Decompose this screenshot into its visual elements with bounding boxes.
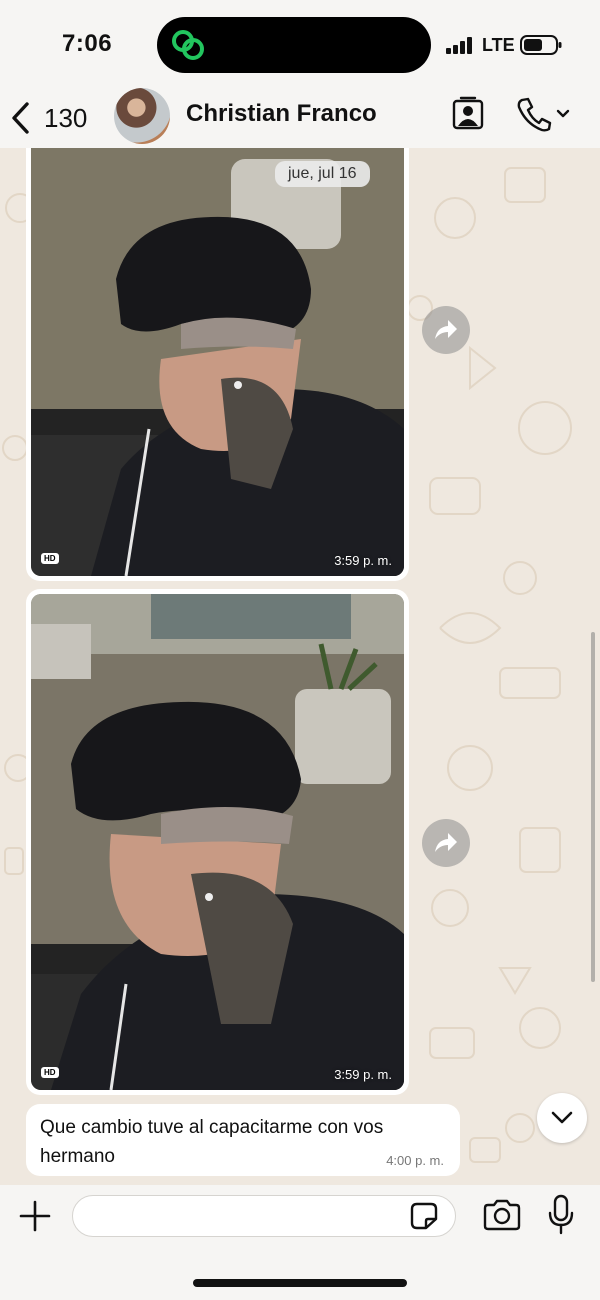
contact-card-icon[interactable] bbox=[452, 96, 484, 130]
plus-icon[interactable] bbox=[18, 1199, 52, 1233]
link-rings-icon bbox=[172, 30, 204, 60]
network-label: LTE bbox=[482, 35, 515, 55]
unread-count: 130 bbox=[44, 102, 88, 133]
photo-image bbox=[31, 148, 404, 576]
scrollbar[interactable] bbox=[591, 632, 595, 982]
microphone-icon[interactable] bbox=[546, 1194, 576, 1236]
status-bar: 7:06 LTE bbox=[0, 0, 600, 88]
image-message[interactable]: jue, jul 16 HD 3:59 p. m. bbox=[26, 148, 409, 581]
signal-icon bbox=[446, 37, 472, 54]
contact-name[interactable]: Christian Franco bbox=[186, 100, 377, 128]
camera-icon[interactable] bbox=[482, 1198, 522, 1232]
message-time: 4:00 p. m. bbox=[386, 1153, 444, 1168]
message-time: 3:59 p. m. bbox=[334, 1067, 392, 1082]
phone-icon[interactable] bbox=[516, 96, 572, 132]
chevron-left-icon bbox=[12, 102, 29, 134]
chevron-down-icon bbox=[556, 109, 570, 118]
hd-badge: HD bbox=[41, 1067, 59, 1078]
home-indicator bbox=[193, 1279, 407, 1287]
forward-icon bbox=[435, 320, 457, 339]
chat-header: 130 Christian Franco bbox=[0, 88, 600, 148]
avatar[interactable] bbox=[114, 88, 170, 144]
hd-badge: HD bbox=[41, 553, 59, 564]
photo-image bbox=[31, 594, 404, 1090]
chevron-down-icon bbox=[551, 1111, 573, 1124]
forward-button[interactable] bbox=[422, 819, 470, 867]
chat-area[interactable]: jue, jul 16 HD 3:59 p. m. HD 3:59 p. m. … bbox=[0, 148, 600, 1185]
message-input-bar bbox=[0, 1185, 600, 1300]
chat-photo[interactable]: HD 3:59 p. m. bbox=[31, 594, 404, 1090]
message-input[interactable] bbox=[72, 1195, 456, 1237]
battery-icon bbox=[520, 35, 562, 55]
dynamic-island bbox=[157, 17, 431, 73]
image-message[interactable]: HD 3:59 p. m. bbox=[26, 589, 409, 1095]
message-time: 3:59 p. m. bbox=[334, 553, 392, 568]
forward-button[interactable] bbox=[422, 306, 470, 354]
date-separator: jue, jul 16 bbox=[275, 161, 370, 187]
status-time: 7:06 bbox=[62, 30, 113, 57]
chat-photo[interactable]: jue, jul 16 HD 3:59 p. m. bbox=[31, 148, 404, 576]
sticker-icon[interactable] bbox=[408, 1201, 440, 1231]
scroll-to-bottom-button[interactable] bbox=[537, 1093, 587, 1143]
forward-icon bbox=[435, 833, 457, 852]
back-button[interactable]: 130 bbox=[10, 98, 100, 138]
text-message[interactable]: Que cambio tuve al capacitarme con vos h… bbox=[26, 1104, 460, 1176]
